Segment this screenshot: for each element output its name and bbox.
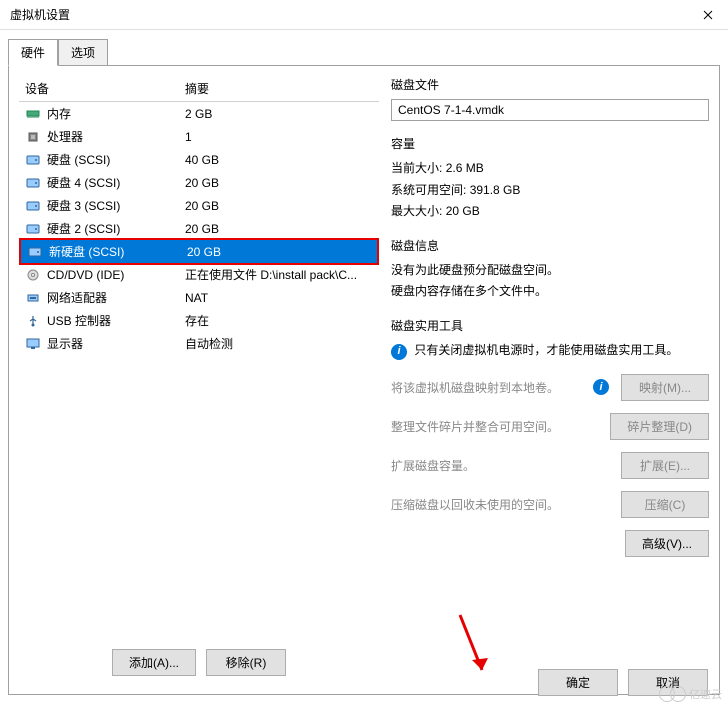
disk-icon	[25, 199, 41, 213]
hw-summary: 20 GB	[187, 245, 371, 259]
tab-hardware[interactable]: 硬件	[8, 39, 58, 66]
info-icon: i	[391, 344, 407, 360]
utilities-title: 磁盘实用工具	[391, 317, 709, 334]
disk-icon	[25, 222, 41, 236]
hw-device: 硬盘 3 (SCSI)	[47, 197, 185, 214]
content: 设备 摘要 内存2 GB处理器1硬盘 (SCSI)40 GB硬盘 4 (SCSI…	[8, 65, 720, 695]
hw-summary: 2 GB	[185, 107, 373, 121]
current-size-value: 2.6 MB	[446, 161, 484, 175]
hw-device: USB 控制器	[47, 312, 185, 329]
hw-device: 处理器	[47, 128, 185, 145]
map-button[interactable]: 映射(M)...	[621, 374, 709, 401]
hw-row[interactable]: 硬盘 3 (SCSI)20 GB	[19, 194, 379, 217]
hw-row[interactable]: 硬盘 4 (SCSI)20 GB	[19, 171, 379, 194]
defrag-desc: 整理文件碎片并整合可用空间。	[391, 418, 602, 435]
hw-summary: 40 GB	[185, 153, 373, 167]
col-summary: 摘要	[185, 80, 209, 97]
disk-file-title: 磁盘文件	[391, 76, 709, 93]
free-space-value: 391.8 GB	[470, 183, 521, 197]
close-icon	[703, 10, 713, 20]
hw-summary: 正在使用文件 D:\install pack\C...	[185, 266, 373, 283]
dialog-buttons: 确定 取消	[538, 669, 708, 696]
hardware-panel: 设备 摘要 内存2 GB处理器1硬盘 (SCSI)40 GB硬盘 4 (SCSI…	[19, 76, 379, 684]
hw-row[interactable]: 显示器自动检测	[19, 332, 379, 355]
hw-row[interactable]: 处理器1	[19, 125, 379, 148]
hw-device: 硬盘 (SCSI)	[47, 151, 185, 168]
net-icon	[25, 291, 41, 305]
hw-row[interactable]: 硬盘 (SCSI)40 GB	[19, 148, 379, 171]
current-size-label: 当前大小:	[391, 161, 442, 175]
cancel-button[interactable]: 取消	[628, 669, 708, 696]
window-title: 虚拟机设置	[10, 6, 70, 23]
disk-icon	[25, 153, 41, 167]
hw-device: 硬盘 4 (SCSI)	[47, 174, 185, 191]
hw-summary: 存在	[185, 312, 373, 329]
hw-summary: 20 GB	[185, 222, 373, 236]
disk-info-line2: 硬盘内容存储在多个文件中。	[391, 281, 709, 303]
max-size-label: 最大大小:	[391, 204, 442, 218]
usb-icon	[25, 314, 41, 328]
hw-row[interactable]: 新硬盘 (SCSI)20 GB	[21, 240, 377, 263]
hw-device: 硬盘 2 (SCSI)	[47, 220, 185, 237]
cd-icon	[25, 268, 41, 282]
hw-summary: 1	[185, 130, 373, 144]
hw-row[interactable]: 硬盘 2 (SCSI)20 GB	[19, 217, 379, 240]
hw-device: 显示器	[47, 335, 185, 352]
disk-info-line1: 没有为此硬盘预分配磁盘空间。	[391, 260, 709, 282]
free-space-label: 系统可用空间:	[391, 183, 466, 197]
utilities-notice: 只有关闭虚拟机电源时，才能使用磁盘实用工具。	[414, 343, 678, 357]
tab-options[interactable]: 选项	[58, 39, 108, 66]
capacity-title: 容量	[391, 135, 709, 152]
hw-device: 网络适配器	[47, 289, 185, 306]
highlight-annotation: 新硬盘 (SCSI)20 GB	[19, 238, 379, 265]
detail-panel: 磁盘文件 CentOS 7-1-4.vmdk 容量 当前大小: 2.6 MB 系…	[391, 76, 709, 684]
hw-device: 新硬盘 (SCSI)	[49, 243, 187, 260]
disk-icon	[27, 245, 43, 259]
disk-icon	[25, 176, 41, 190]
close-button[interactable]	[688, 0, 728, 30]
info-icon: i	[593, 379, 609, 395]
memory-icon	[25, 107, 41, 121]
expand-desc: 扩展磁盘容量。	[391, 457, 613, 474]
max-size-value: 20 GB	[446, 204, 480, 218]
display-icon	[25, 337, 41, 351]
titlebar: 虚拟机设置	[0, 0, 728, 30]
defrag-button[interactable]: 碎片整理(D)	[610, 413, 709, 440]
map-desc: 将该虚拟机磁盘映射到本地卷。	[391, 379, 585, 396]
ok-button[interactable]: 确定	[538, 669, 618, 696]
compact-desc: 压缩磁盘以回收未使用的空间。	[391, 496, 613, 513]
hw-summary: NAT	[185, 291, 373, 305]
disk-file-field[interactable]: CentOS 7-1-4.vmdk	[391, 99, 709, 121]
hw-list: 内存2 GB处理器1硬盘 (SCSI)40 GB硬盘 4 (SCSI)20 GB…	[19, 102, 379, 641]
compact-button[interactable]: 压缩(C)	[621, 491, 709, 518]
disk-info-title: 磁盘信息	[391, 237, 709, 254]
expand-button[interactable]: 扩展(E)...	[621, 452, 709, 479]
hw-device: CD/DVD (IDE)	[47, 268, 185, 282]
cpu-icon	[25, 130, 41, 144]
hw-summary: 自动检测	[185, 335, 373, 352]
hw-table-header: 设备 摘要	[19, 76, 379, 102]
add-button[interactable]: 添加(A)...	[112, 649, 196, 676]
hw-summary: 20 GB	[185, 199, 373, 213]
hw-summary: 20 GB	[185, 176, 373, 190]
hw-device: 内存	[47, 105, 185, 122]
remove-button[interactable]: 移除(R)	[206, 649, 286, 676]
hw-row[interactable]: USB 控制器存在	[19, 309, 379, 332]
hw-row[interactable]: 网络适配器NAT	[19, 286, 379, 309]
hw-row[interactable]: CD/DVD (IDE)正在使用文件 D:\install pack\C...	[19, 263, 379, 286]
tabs: 硬件 选项	[8, 38, 728, 65]
hw-row[interactable]: 内存2 GB	[19, 102, 379, 125]
advanced-button[interactable]: 高级(V)...	[625, 530, 709, 557]
col-device: 设备	[25, 80, 185, 97]
